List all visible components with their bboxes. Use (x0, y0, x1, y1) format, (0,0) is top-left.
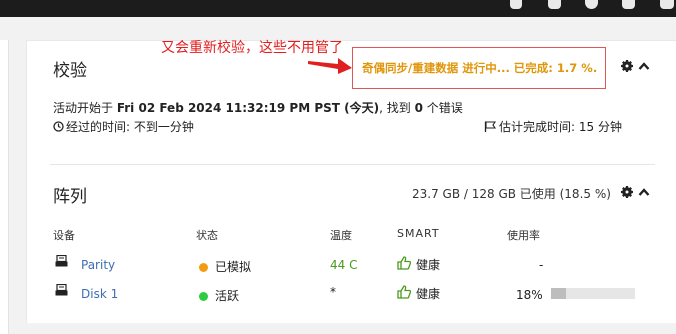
status-label: 活跃 (215, 289, 240, 303)
usage-parity: - (539, 258, 544, 272)
col-temp: 温度 (330, 229, 352, 242)
usage-bar-disk1 (551, 288, 635, 299)
array-title: 阵列 (53, 187, 87, 207)
clock-icon (53, 121, 64, 132)
thumbs-up-icon (397, 256, 412, 270)
status-disk1: 活跃 (199, 287, 239, 304)
found-text: , 找到 (379, 101, 415, 115)
section-divider (50, 164, 655, 165)
array-usage: 23.7 GB / 128 GB 已使用 (18.5 %) (412, 187, 611, 201)
temp-disk1: * (330, 285, 336, 299)
device-link-disk1[interactable]: Disk 1 (81, 287, 118, 301)
col-status: 状态 (196, 229, 218, 242)
status-parity: 已模拟 (199, 258, 251, 275)
left-panel-edge (0, 40, 9, 334)
usage-bar-fill (551, 288, 567, 299)
hdd-icon (55, 284, 68, 296)
status-dot-orange (199, 263, 208, 272)
status-text: 奇偶同步/重建数据 进行中... 已完成: 1.7 %. (362, 61, 598, 75)
status-dot-green (199, 292, 208, 301)
annotation-arrow-icon (308, 58, 352, 74)
thumbs-up-icon (397, 285, 412, 299)
started-line: 活动开始于 Fri 02 Feb 2024 11:32:19 PM PST (今… (53, 99, 463, 116)
smart-label: 健康 (416, 258, 441, 272)
chevron-up-icon[interactable] (638, 61, 650, 71)
estimate-label: 估计完成时间: 15 分钟 (499, 120, 622, 134)
toolbar-icon-2[interactable] (548, 0, 561, 9)
status-label: 已模拟 (215, 260, 252, 274)
smart-parity: 健康 (397, 256, 440, 273)
toolbar-icon-5[interactable] (660, 0, 674, 9)
toolbar-icon-4[interactable] (622, 0, 635, 9)
status-box: 奇偶同步/重建数据 进行中... 已完成: 1.7 %. (352, 47, 606, 89)
toolbar-icon-3[interactable] (585, 0, 598, 9)
temp-parity: 44 C (330, 258, 358, 272)
smart-disk1: 健康 (397, 285, 440, 302)
gear-icon[interactable] (621, 60, 633, 72)
started-prefix: 活动开始于 (53, 101, 117, 115)
usage-disk1: 18% (516, 288, 543, 302)
error-count: 0 (414, 101, 423, 115)
col-smart: SMART (397, 227, 440, 240)
check-title: 校验 (53, 61, 87, 81)
col-device: 设备 (53, 229, 75, 242)
elapsed-label: 经过的时间: 不到一分钟 (66, 120, 194, 134)
hdd-icon (55, 255, 68, 267)
device-link-parity[interactable]: Parity (81, 258, 115, 272)
elapsed-line: 经过的时间: 不到一分钟 (53, 118, 194, 135)
flag-icon (484, 121, 497, 132)
smart-label: 健康 (416, 287, 441, 301)
started-date: Fri 02 Feb 2024 11:32:19 PM PST (今天) (116, 101, 380, 115)
toolbar-icon-1[interactable] (510, 0, 522, 9)
annotation-text: 又会重新校验，这些不用管了 (161, 40, 343, 56)
chevron-up-icon[interactable] (638, 187, 650, 197)
gear-icon[interactable] (621, 186, 633, 198)
col-usage: 使用率 (507, 229, 540, 242)
estimate-line: 估计完成时间: 15 分钟 (484, 118, 622, 135)
error-suffix: 个错误 (422, 101, 463, 115)
top-toolbar (0, 0, 676, 17)
